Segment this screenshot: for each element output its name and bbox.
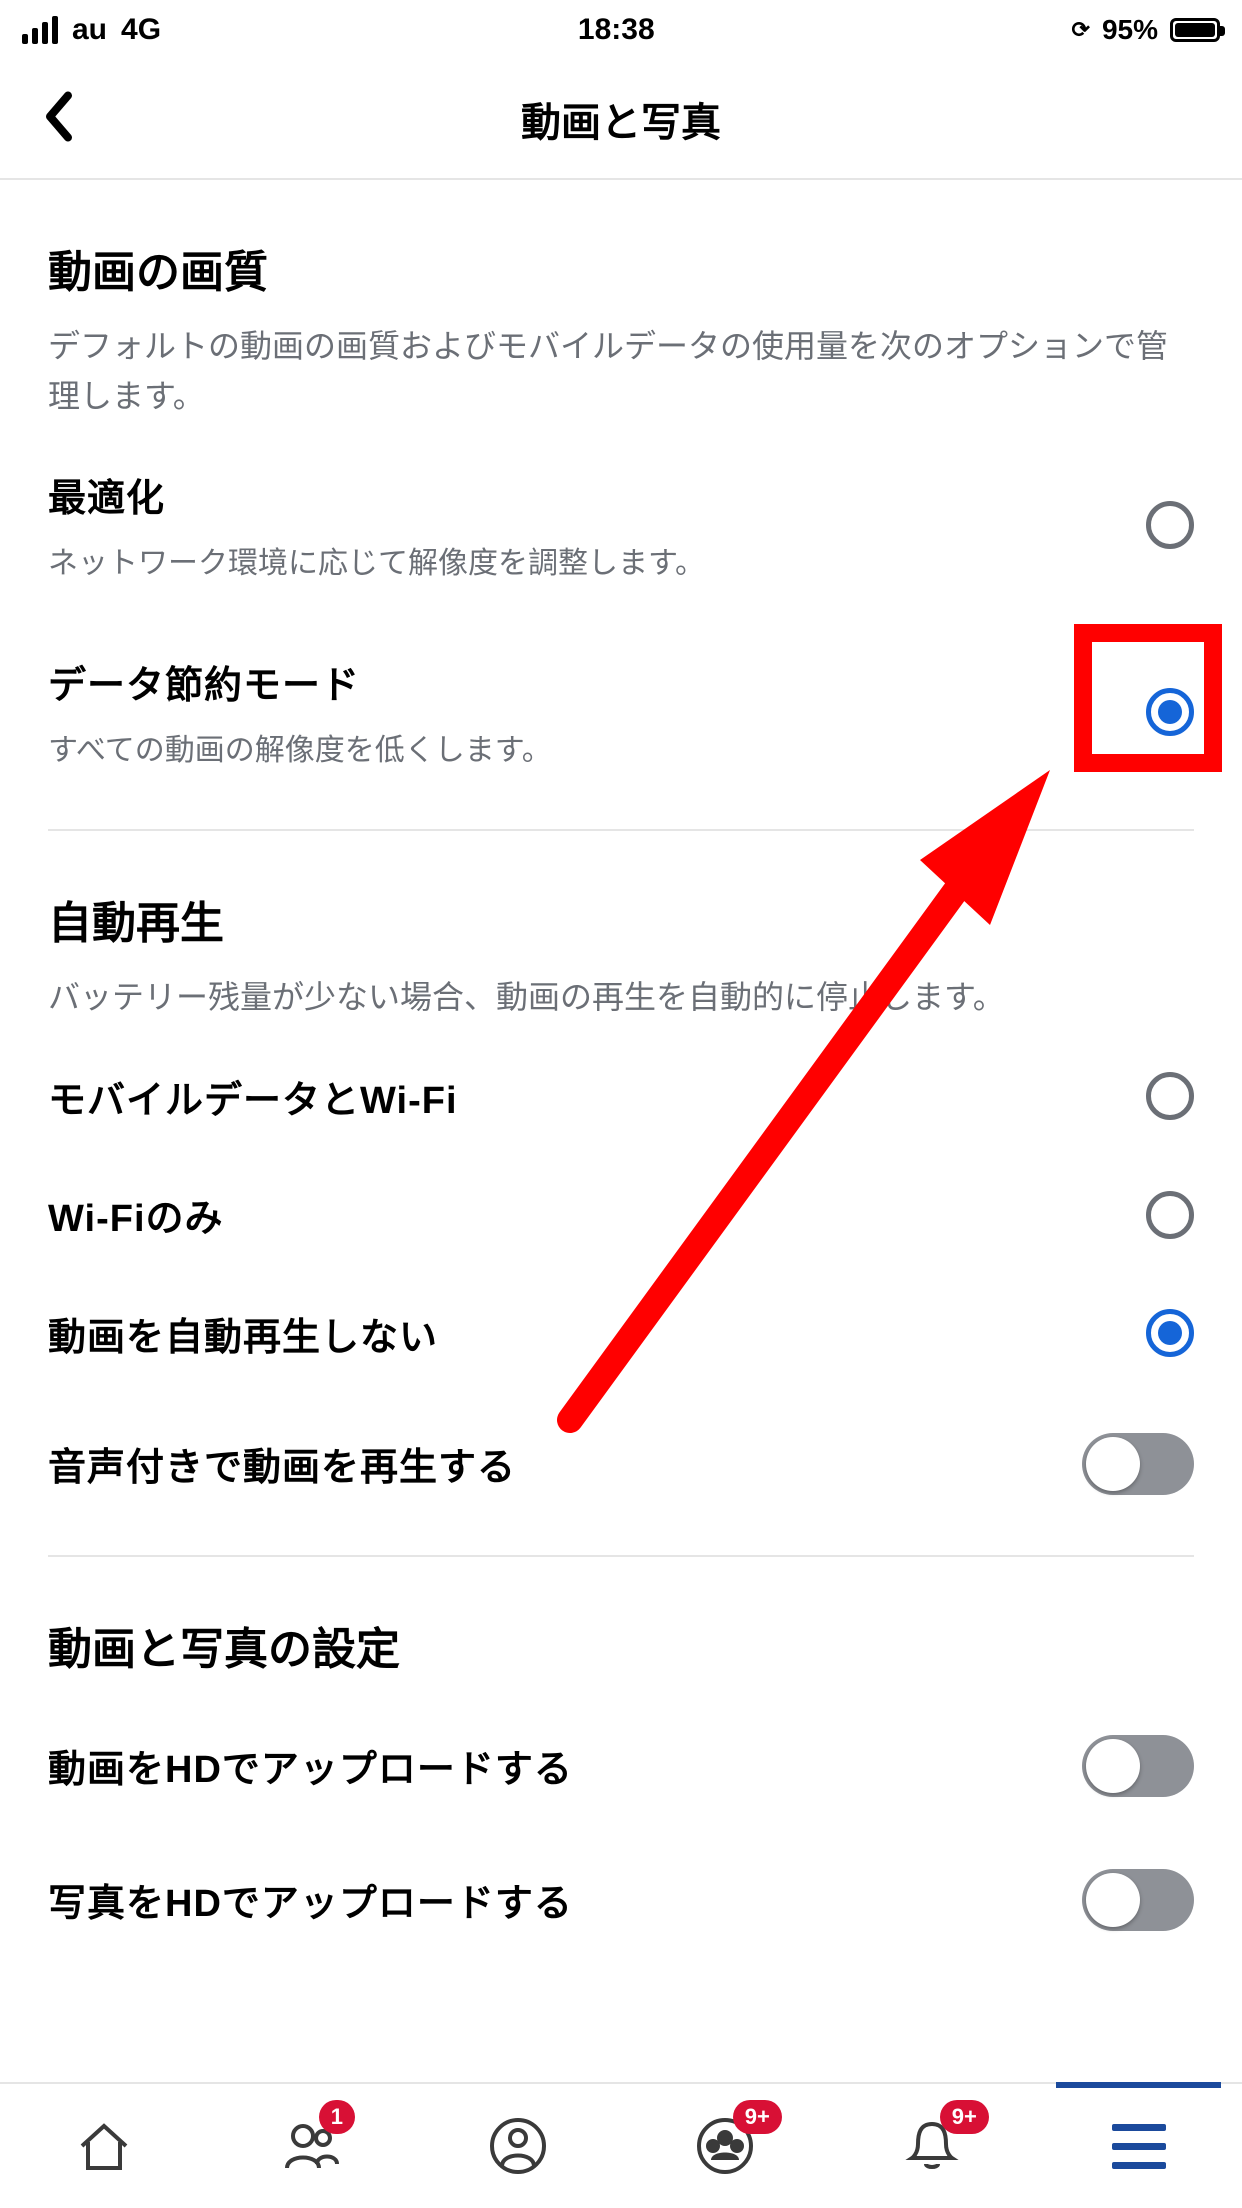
tab-menu[interactable]: [1035, 2084, 1242, 2208]
option-desc: ネットワーク環境に応じて解像度を調整します。: [48, 538, 1146, 582]
option-label: モバイルデータとWi-Fi: [48, 1069, 458, 1124]
tab-groups[interactable]: 9+: [621, 2084, 828, 2208]
annotation-highlight-box: [1074, 624, 1222, 772]
option-mobile-wifi[interactable]: モバイルデータとWi-Fi: [48, 1033, 1194, 1160]
option-desc: すべての動画の解像度を低くします。: [48, 725, 1146, 769]
orientation-lock-icon: ⟳: [1072, 17, 1090, 43]
option-upload-video-hd[interactable]: 動画をHDでアップロードする: [48, 1699, 1194, 1833]
status-bar: au 4G 18:38 ⟳ 95%: [0, 0, 1242, 60]
badge: 1: [319, 2100, 355, 2134]
section-title: 自動再生: [48, 887, 1194, 951]
tab-notifications[interactable]: 9+: [828, 2084, 1035, 2208]
tab-bar: 1 9+ 9+: [0, 2082, 1242, 2208]
toggle-off-icon: [1082, 1735, 1194, 1797]
section-desc: バッテリー残量が少ない場合、動画の再生を自動的に停止します。: [48, 973, 1194, 1023]
battery-percent: 95%: [1102, 14, 1158, 46]
section-title: 動画の画質: [48, 236, 1194, 300]
tab-home[interactable]: [0, 2084, 207, 2208]
option-optimized[interactable]: 最適化 ネットワーク環境に応じて解像度を調整します。: [48, 431, 1194, 618]
section-title: 動画と写真の設定: [48, 1613, 1194, 1677]
chevron-left-icon: [42, 92, 74, 142]
option-upload-photo-hd[interactable]: 写真をHDでアップロードする: [48, 1833, 1194, 1967]
badge: 9+: [940, 2100, 989, 2134]
section-autoplay: 自動再生 バッテリー残量が少ない場合、動画の再生を自動的に停止します。 モバイル…: [48, 831, 1194, 1557]
radio-icon: [1146, 1072, 1194, 1120]
section-desc: デフォルトの動画の画質およびモバイルデータの使用量を次のオプションで管理します。: [48, 322, 1194, 421]
badge: 9+: [733, 2100, 782, 2134]
menu-icon: [1112, 2124, 1166, 2169]
option-label: Wi-Fiのみ: [48, 1187, 224, 1242]
radio-icon: [1146, 1309, 1194, 1357]
option-data-saver[interactable]: データ節約モード すべての動画の解像度を低くします。: [48, 618, 1194, 805]
option-label: 音声付きで動画を再生する: [48, 1436, 516, 1491]
network-label: 4G: [121, 13, 161, 47]
profile-icon: [488, 2116, 548, 2176]
carrier-label: au: [72, 13, 107, 47]
option-label: 動画を自動再生しない: [48, 1306, 438, 1361]
option-never-autoplay[interactable]: 動画を自動再生しない: [48, 1270, 1194, 1397]
toggle-off-icon: [1082, 1433, 1194, 1495]
toggle-off-icon: [1082, 1869, 1194, 1931]
option-label: 写真をHDでアップロードする: [48, 1872, 573, 1927]
tab-friends[interactable]: 1: [207, 2084, 414, 2208]
tab-profile[interactable]: [414, 2084, 621, 2208]
radio-icon: [1146, 1191, 1194, 1239]
option-play-with-sound[interactable]: 音声付きで動画を再生する: [48, 1397, 1194, 1531]
option-label: 最適化: [48, 467, 1146, 522]
back-button[interactable]: [42, 92, 74, 147]
page-title: 動画と写真: [521, 90, 721, 148]
option-label: データ節約モード: [48, 654, 1146, 709]
battery-icon: [1170, 18, 1220, 42]
radio-icon: [1146, 501, 1194, 549]
section-upload-settings: 動画と写真の設定 動画をHDでアップロードする 写真をHDでアップロードする: [48, 1557, 1194, 1967]
clock: 18:38: [578, 13, 655, 47]
signal-icon: [22, 16, 58, 44]
option-label: 動画をHDでアップロードする: [48, 1738, 573, 1793]
home-icon: [74, 2116, 134, 2176]
nav-header: 動画と写真: [0, 60, 1242, 180]
section-video-quality: 動画の画質 デフォルトの動画の画質およびモバイルデータの使用量を次のオプションで…: [48, 180, 1194, 831]
option-wifi-only[interactable]: Wi-Fiのみ: [48, 1160, 1194, 1270]
